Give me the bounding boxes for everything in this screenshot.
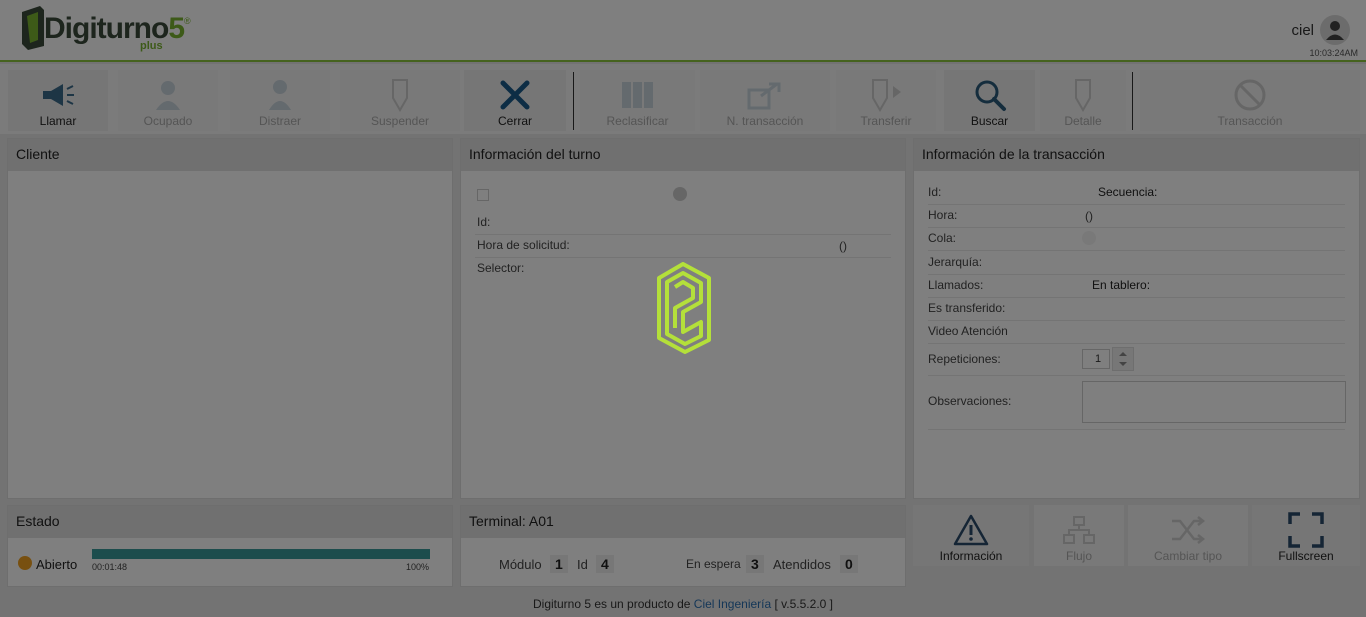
loading-overlay <box>0 0 1366 617</box>
loading-spinner-icon <box>657 262 711 354</box>
